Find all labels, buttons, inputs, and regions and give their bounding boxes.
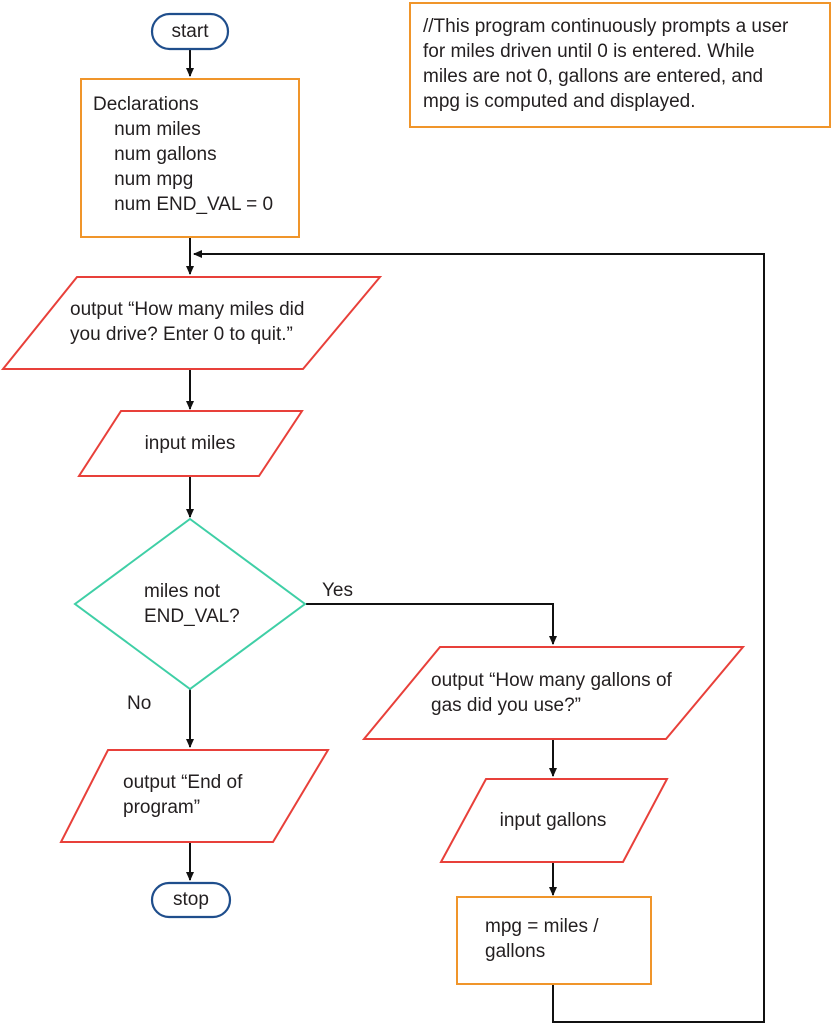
compute-label: mpg = miles / gallons	[485, 916, 599, 962]
no-label: No	[127, 693, 152, 714]
comment-text: //This program continuously prompts a us…	[423, 16, 789, 112]
yes-label: Yes	[322, 580, 353, 601]
declarations-label: Declarations num miles num gallons num m…	[93, 94, 274, 215]
prompt-miles-label: output “How many miles did you drive? En…	[70, 299, 305, 345]
input-miles-label: input miles	[144, 433, 236, 454]
decision-label: miles not END_VAL?	[144, 581, 240, 627]
prompt-gallons-label: output “How many gallons of gas did you …	[431, 670, 672, 716]
stop-label: stop	[173, 889, 209, 910]
edge-decision-yes	[306, 603, 557, 645]
start-label: start	[171, 21, 209, 42]
input-gallons-label: input gallons	[499, 810, 607, 831]
end-output-label: output “End of program”	[123, 772, 243, 818]
